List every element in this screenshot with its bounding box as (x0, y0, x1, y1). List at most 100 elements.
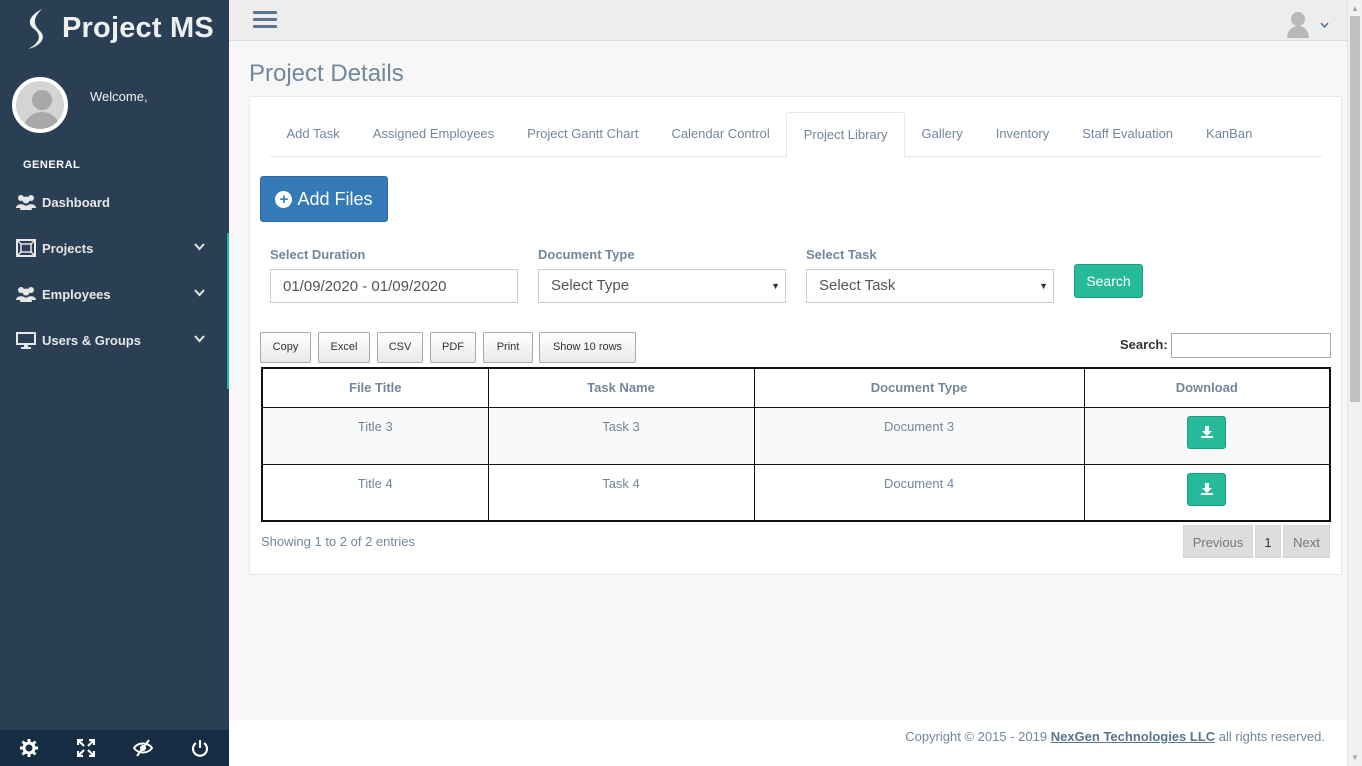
user-avatar-icon (1286, 10, 1310, 41)
download-button[interactable] (1187, 415, 1227, 449)
col-file-title[interactable]: File Title (261, 367, 489, 408)
files-table: File Title Task Name Document Type Downl… (261, 367, 1331, 522)
table-row: Title 3 Task 3 Document 3 (261, 406, 1331, 465)
copyright-prefix: Copyright © 2015 - 2019 (905, 729, 1048, 744)
profile: Welcome, (0, 57, 229, 147)
select-arrow-icon: ▼ (1039, 281, 1048, 291)
sidebar: Project MS Welcome, GENERAL Dashboard Pr… (0, 0, 229, 766)
avatar[interactable] (12, 77, 68, 133)
next-button[interactable]: Next (1283, 525, 1330, 558)
page-length-button[interactable]: Show 10 rows (539, 332, 636, 363)
tab-gallery[interactable]: Gallery (905, 112, 979, 157)
scroll-up-icon[interactable]: ▲ (1351, 4, 1359, 13)
cell-document-type: Document 3 (753, 406, 1085, 465)
section-title-general: GENERAL (23, 159, 81, 171)
previous-button[interactable]: Previous (1183, 525, 1253, 558)
footer: Copyright © 2015 - 2019 NexGen Technolog… (229, 720, 1347, 766)
task-label: Select Task (806, 247, 877, 262)
excel-button[interactable]: Excel (318, 332, 370, 363)
table-search-label: Search: (1120, 337, 1168, 352)
plus-circle-icon: + (275, 190, 293, 208)
fullscreen-icon[interactable] (57, 730, 114, 766)
sidebar-item-label: Users & Groups (42, 332, 141, 348)
add-files-button[interactable]: + Add Files (260, 176, 388, 222)
projects-icon (15, 239, 37, 257)
download-icon (1201, 425, 1214, 438)
sidebar-item-dashboard[interactable]: Dashboard (0, 179, 229, 225)
task-select[interactable]: Select Task ▼ (806, 269, 1054, 303)
document-type-label: Document Type (538, 247, 635, 262)
document-type-select[interactable]: Select Type ▼ (538, 269, 786, 303)
brand[interactable]: Project MS (0, 0, 229, 57)
users-icon (15, 285, 37, 303)
csv-button[interactable]: CSV (377, 332, 423, 363)
pagination: Previous 1 Next (1183, 525, 1330, 558)
company-link[interactable]: NexGen Technologies LLC (1051, 729, 1215, 744)
duration-label: Select Duration (270, 247, 366, 262)
tab-inventory[interactable]: Inventory (979, 112, 1065, 157)
document-type-value: Select Type (551, 277, 630, 294)
sidebar-item-projects[interactable]: Projects (0, 225, 229, 271)
select-arrow-icon: ▼ (771, 281, 780, 291)
tab-project-library[interactable]: Project Library (786, 112, 906, 158)
settings-icon[interactable] (0, 730, 57, 766)
cell-task-name: Task 3 (487, 406, 755, 465)
tab-staff-evaluation[interactable]: Staff Evaluation (1066, 112, 1190, 157)
col-document-type[interactable]: Document Type (753, 367, 1085, 408)
col-task-name[interactable]: Task Name (487, 367, 755, 408)
tab-assigned-employees[interactable]: Assigned Employees (356, 112, 510, 157)
page-title: Project Details (249, 60, 404, 87)
sidebar-item-employees[interactable]: Employees (0, 271, 229, 317)
copyright-suffix: all rights reserved. (1218, 729, 1325, 744)
menu-toggle-icon[interactable] (253, 11, 277, 31)
eye-slash-icon[interactable] (115, 730, 172, 766)
welcome-text: Welcome, (90, 89, 148, 104)
scrollbar-thumb[interactable] (1350, 16, 1360, 402)
tab-add-task[interactable]: Add Task (270, 112, 356, 157)
pdf-button[interactable]: PDF (430, 332, 476, 363)
table-info: Showing 1 to 2 of 2 entries (261, 534, 415, 549)
sidebar-item-label: Dashboard (42, 194, 110, 210)
cell-task-name: Task 4 (487, 463, 755, 522)
cell-file-title: Title 4 (261, 463, 489, 522)
duration-input[interactable] (270, 269, 518, 303)
users-icon (15, 193, 37, 211)
cell-file-title: Title 3 (261, 406, 489, 465)
scroll-down-icon[interactable]: ▼ (1351, 753, 1359, 762)
download-button[interactable] (1187, 472, 1227, 506)
page-scrollbar[interactable]: ▲ ▼ (1347, 0, 1362, 766)
copyright: Copyright © 2015 - 2019 NexGen Technolog… (905, 729, 1325, 744)
tab-bar: Add Task Assigned Employees Project Gant… (270, 112, 1322, 158)
logo-icon (20, 7, 56, 51)
table-header-row: File Title Task Name Document Type Downl… (261, 367, 1331, 408)
download-icon (1201, 482, 1214, 495)
chevron-down-icon (194, 288, 205, 300)
sidebar-item-label: Projects (42, 240, 94, 256)
tab-kanban[interactable]: KanBan (1190, 112, 1269, 157)
chevron-down-icon (194, 242, 205, 254)
table-row: Title 4 Task 4 Document 4 (261, 463, 1331, 522)
copy-button[interactable]: Copy (260, 332, 311, 363)
sidebar-footer (0, 730, 229, 766)
chevron-down-icon (1320, 20, 1329, 31)
sidebar-item-users-groups[interactable]: Users & Groups (0, 317, 229, 363)
add-files-label: Add Files (297, 188, 373, 209)
col-download[interactable]: Download (1083, 367, 1331, 408)
top-nav (229, 0, 1347, 41)
print-button[interactable]: Print (483, 332, 533, 363)
chevron-down-icon (194, 334, 205, 346)
power-icon[interactable] (172, 730, 229, 766)
sidebar-active-border (227, 233, 229, 389)
cell-download (1083, 406, 1331, 465)
cell-document-type: Document 4 (753, 463, 1085, 522)
user-menu[interactable] (1286, 10, 1329, 41)
tab-project-gantt-chart[interactable]: Project Gantt Chart (511, 112, 655, 157)
cell-download (1083, 463, 1331, 522)
page-1-button[interactable]: 1 (1255, 525, 1281, 558)
search-button[interactable]: Search (1074, 264, 1143, 298)
table-search-input[interactable] (1171, 333, 1331, 358)
brand-name: Project MS (62, 12, 214, 44)
task-value: Select Task (819, 277, 896, 294)
desktop-icon (15, 331, 37, 349)
tab-calendar-control[interactable]: Calendar Control (655, 112, 786, 157)
